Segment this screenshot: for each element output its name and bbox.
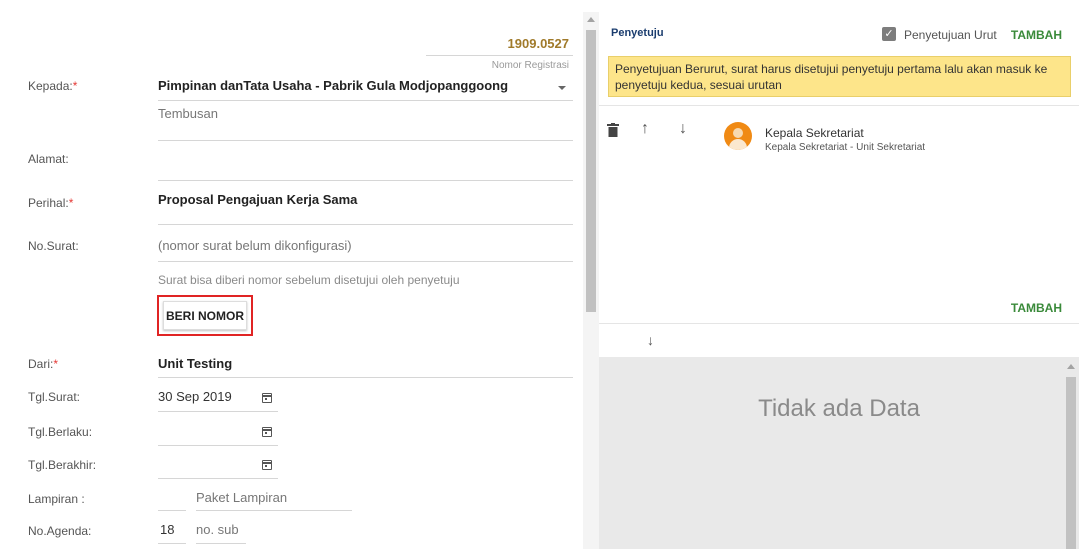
approver-title: Penyetuju (611, 27, 664, 39)
approver-name: Kepala Sekretariat (765, 126, 864, 140)
required-mark: * (53, 357, 59, 371)
empty-area-scrollbar[interactable] (1063, 357, 1079, 549)
kepada-select[interactable]: Pimpinan danTata Usaha - Pabrik Gula Mod… (158, 78, 508, 93)
kepada-label-text: Kepada: (28, 79, 73, 93)
kepada-underline (158, 100, 573, 101)
sequential-checkbox[interactable]: ✓ (882, 27, 896, 41)
no-sub-underline (196, 543, 246, 544)
dari-value[interactable]: Unit Testing (158, 356, 232, 371)
no-agenda-underline (158, 543, 186, 544)
lampiran-label: Lampiran : (28, 492, 85, 506)
perihal-label-text: Perihal: (28, 196, 69, 210)
approver-list: ↑ ↓ Kepala Sekretariat Kepala Sekretaria… (599, 105, 1079, 323)
tgl-berakhir-label: Tgl.Berakhir: (28, 458, 97, 472)
empty-state-text: Tidak ada Data (758, 395, 920, 422)
required-mark: * (68, 196, 74, 210)
beri-nomor-button[interactable]: BERI NOMOR (163, 301, 247, 330)
approver-flow-divider: ↓ (599, 323, 1079, 357)
approver-panel: Penyetuju ✓ Penyetujuan Urut TAMBAH Peny… (599, 12, 1079, 549)
alamat-input[interactable] (158, 146, 573, 180)
tgl-berakhir-input[interactable] (158, 455, 254, 473)
arrow-down-icon[interactable]: ↓ (679, 120, 687, 138)
no-sub-input[interactable]: no. sub (196, 522, 239, 537)
alamat-underline (158, 180, 573, 181)
letter-form: 1909.0527 Nomor Registrasi Kepada:* Pimp… (24, 12, 581, 549)
tgl-surat-label: Tgl.Surat: (28, 390, 81, 404)
no-surat-label: No.Surat: (28, 239, 79, 253)
tgl-berlaku-input[interactable] (158, 422, 254, 440)
scroll-up-icon[interactable] (587, 17, 595, 22)
calendar-icon[interactable] (262, 427, 272, 437)
sequential-info-banner: Penyetujuan Berurut, surat harus disetuj… (608, 56, 1071, 97)
avatar (724, 122, 752, 150)
dari-underline (158, 377, 573, 378)
scrollbar-thumb[interactable] (586, 30, 596, 312)
perihal-label: Perihal:* (28, 196, 73, 210)
tgl-berlaku-label: Tgl.Berlaku: (28, 425, 93, 439)
no-agenda-input[interactable]: 18 (160, 522, 174, 537)
no-agenda-label: No.Agenda: (28, 524, 92, 538)
app-frame: 1909.0527 Nomor Registrasi Kepada:* Pimp… (0, 0, 1079, 549)
scroll-up-icon[interactable] (1067, 364, 1075, 369)
approver-header: Penyetuju ✓ Penyetujuan Urut TAMBAH (599, 12, 1079, 50)
no-surat-underline (158, 261, 573, 262)
tembusan-underline (158, 140, 573, 141)
tgl-surat-underline (158, 411, 278, 412)
registration-number: 1909.0527 (507, 36, 569, 51)
registration-label: Nomor Registrasi (491, 60, 569, 71)
perihal-underline (158, 224, 573, 225)
tembusan-input[interactable]: Tembusan (158, 106, 218, 121)
add-approver-bottom-button[interactable]: TAMBAH (1011, 301, 1062, 315)
required-mark: * (72, 79, 78, 93)
arrow-up-icon[interactable]: ↑ (641, 120, 649, 138)
no-surat-value: (nomor surat belum dikonfigurasi) (158, 238, 352, 253)
kepada-label: Kepada:* (28, 79, 77, 93)
lampiran-input[interactable]: Paket Lampiran (196, 490, 287, 505)
sequential-label: Penyetujuan Urut (904, 28, 997, 42)
alamat-label: Alamat: (28, 152, 69, 166)
tgl-berlaku-underline (158, 445, 278, 446)
empty-data-area: Tidak ada Data (599, 357, 1079, 549)
tgl-surat-input[interactable]: 30 Sep 2019 (158, 389, 232, 404)
arrow-down-icon: ↓ (647, 332, 654, 348)
calendar-icon[interactable] (262, 460, 272, 470)
add-approver-button[interactable]: TAMBAH (1011, 28, 1062, 42)
dari-label: Dari:* (28, 357, 58, 371)
lampiran-underline (196, 510, 352, 511)
calendar-icon[interactable] (262, 393, 272, 403)
perihal-input[interactable]: Proposal Pengajuan Kerja Sama (158, 192, 357, 207)
form-scrollbar[interactable] (583, 12, 599, 549)
trash-icon[interactable] (607, 123, 619, 137)
lampiran-count-underline (158, 510, 186, 511)
avatar-head (733, 128, 743, 138)
list-item: ↑ ↓ Kepala Sekretariat Kepala Sekretaria… (599, 106, 1079, 166)
chevron-down-icon[interactable] (558, 86, 566, 90)
tgl-berakhir-underline (158, 478, 278, 479)
no-surat-hint: Surat bisa diberi nomor sebelum disetuju… (158, 273, 460, 287)
scrollbar-thumb[interactable] (1066, 377, 1076, 549)
approver-subtitle: Kepala Sekretariat - Unit Sekretariat (765, 142, 926, 153)
dari-label-text: Dari: (28, 357, 54, 371)
avatar-body (729, 139, 747, 150)
registration-underline (426, 55, 573, 56)
